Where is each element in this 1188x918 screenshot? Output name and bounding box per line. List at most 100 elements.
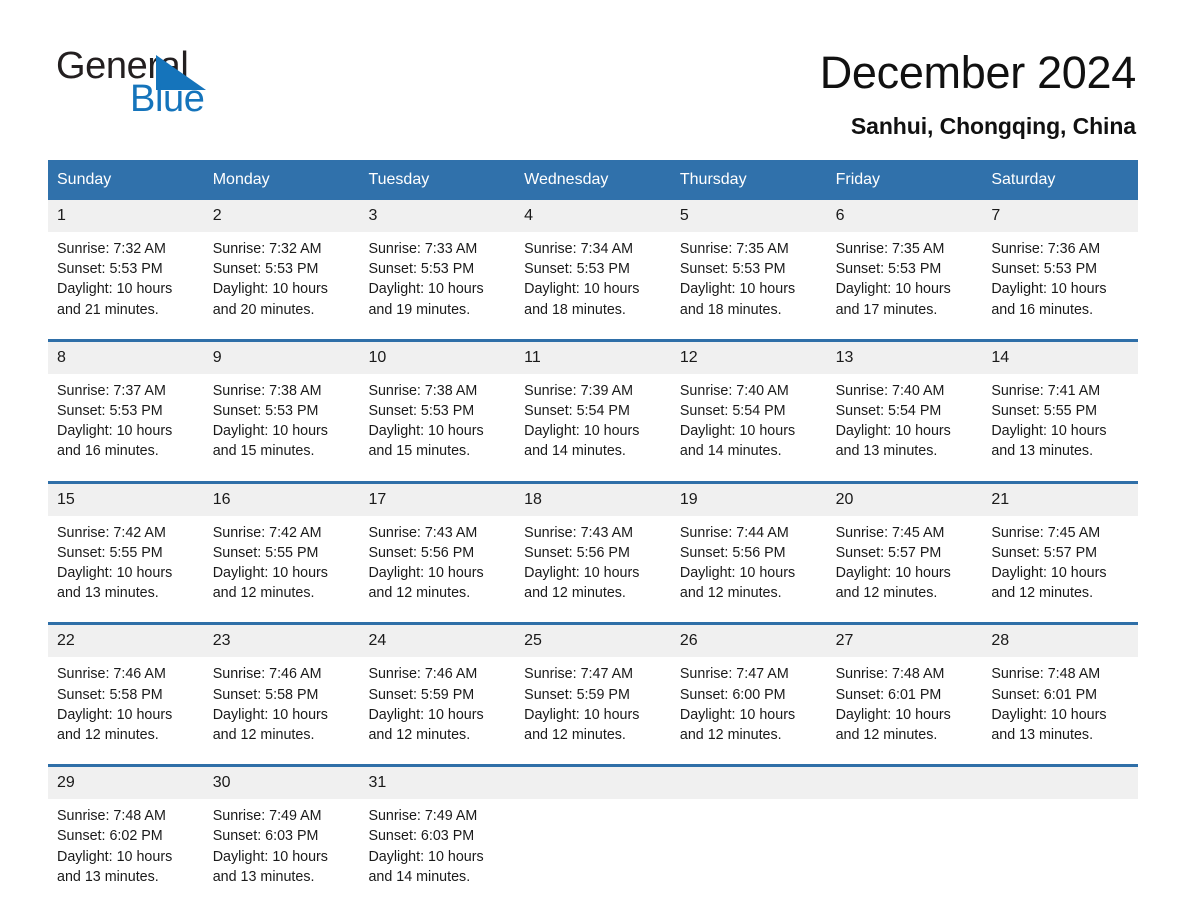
daylight-text-line2: and 13 minutes.: [57, 868, 159, 885]
daylight-text-line1: Daylight: 10 hours: [679, 565, 796, 582]
calendar-day-cell[interactable]: 2 Sunrise: 7:32 AM Sunset: 5:53 PM Daylight…: [203, 200, 360, 330]
weekday-header-monday: Monday: [212, 171, 270, 188]
sunset-text: Sunset: 5:54 PM: [679, 403, 786, 420]
calendar-day-cell[interactable]: 25 Sunrise: 7:47 AM Sunset: 5:59 PM Dayligh…: [515, 625, 671, 756]
calendar-day-cell[interactable]: 30 Sunrise: 7:49 AM Sunset: 6:03 PM Dayligh…: [203, 767, 360, 898]
calendar-day-cell[interactable]: 21 Sunrise: 7:45 AM Sunset: 5:57 PM Dayligh…: [982, 483, 1139, 614]
sunset-text: Sunset: 5:53 PM: [835, 261, 942, 278]
calendar-day-cell[interactable]: 6 Sunrise: 7:35 AM Sunset: 5:53 PM Daylight…: [826, 200, 983, 330]
day-number: 9: [203, 341, 360, 374]
calendar-day-cell[interactable]: 27 Sunrise: 7:48 AM Sunset: 6:01 PM Dayligh…: [826, 625, 983, 756]
daylight-text-line2: and 12 minutes.: [212, 585, 315, 602]
sunrise-text: Sunrise: 7:47 AM: [524, 666, 634, 683]
sunset-text: Sunset: 5:55 PM: [212, 544, 319, 561]
day-sun-info: Sunrise: 7:46 AM Sunset: 5:58 PM Daylight:…: [204, 657, 360, 755]
day-sun-info: Sunrise: 7:48 AM Sunset: 6:01 PM Daylight:…: [982, 657, 1138, 755]
calendar-day-cell[interactable]: 18 Sunrise: 7:43 AM Sunset: 5:56 PM Dayligh…: [515, 483, 671, 614]
calendar-day-cell[interactable]: 12 Sunrise: 7:40 AM Sunset: 5:54 PM Dayligh…: [670, 341, 827, 472]
calendar-day-cell[interactable]: 19 Sunrise: 7:44 AM Sunset: 5:56 PM Dayligh…: [670, 483, 827, 614]
calendar-day-cell[interactable]: 3 Sunrise: 7:33 AM Sunset: 5:53 PM Daylight…: [359, 200, 516, 330]
calendar-day-cell[interactable]: 10 Sunrise: 7:38 AM Sunset: 5:53 PM Dayligh…: [359, 341, 516, 472]
sunrise-text: Sunrise: 7:35 AM: [835, 241, 945, 257]
sunrise-text: Sunrise: 7:42 AM: [57, 524, 166, 541]
day-number: 1: [48, 200, 204, 232]
day-sun-info: Sunrise: 7:38 AM Sunset: 5:53 PM Daylight:…: [359, 374, 515, 472]
sunset-text: Sunset: 5:58 PM: [212, 686, 319, 703]
calendar-day-cell[interactable]: 15 Sunrise: 7:42 AM Sunset: 5:55 PM Dayligh…: [48, 483, 204, 614]
day-sun-info: Sunrise: 7:37 AM Sunset: 5:53 PM Daylight:…: [48, 374, 204, 472]
calendar-day-cell[interactable]: 9 Sunrise: 7:38 AM Sunset: 5:53 PM Daylight…: [203, 341, 360, 472]
weekday-header-row: Sunday Monday Tuesday Wednesday Thursday…: [48, 160, 1138, 200]
day-sun-info: Sunrise: 7:46 AM Sunset: 5:59 PM Daylight:…: [359, 657, 515, 755]
daylight-text-line1: Daylight: 10 hours: [679, 423, 796, 440]
calendar-day-cell[interactable]: 13 Sunrise: 7:40 AM Sunset: 5:54 PM Dayligh…: [826, 341, 983, 472]
calendar-day-cell[interactable]: 26 Sunrise: 7:47 AM Sunset: 6:00 PM Dayligh…: [670, 625, 827, 756]
sunset-text: Sunset: 5:54 PM: [524, 403, 630, 420]
daylight-text-line2: and 12 minutes.: [835, 727, 938, 744]
calendar-day-cell[interactable]: 8 Sunrise: 7:37 AM Sunset: 5:53 PM Daylight…: [48, 341, 204, 472]
day-sun-info: Sunrise: 7:47 AM Sunset: 6:00 PM Daylight:…: [671, 657, 827, 755]
daylight-text-line1: Daylight: 10 hours: [679, 281, 796, 298]
calendar-week-row: 15 Sunrise: 7:42 AM Sunset: 5:55 PM Dayligh…: [48, 480, 1139, 614]
calendar-day-cell[interactable]: 31 Sunrise: 7:49 AM Sunset: 6:03 PM Dayligh…: [359, 767, 516, 898]
day-number: 25: [515, 625, 671, 658]
sunset-text: Sunset: 5:56 PM: [524, 544, 630, 561]
day-number: 6: [826, 200, 983, 232]
sunrise-text: Sunrise: 7:49 AM: [368, 808, 478, 825]
calendar-day-cell[interactable]: 4 Sunrise: 7:34 AM Sunset: 5:53 PM Daylight…: [515, 200, 671, 330]
day-sun-info: Sunrise: 7:42 AM Sunset: 5:55 PM Daylight:…: [48, 516, 204, 614]
calendar-week-row: 1 Sunrise: 7:32 AM Sunset: 5:53 PM Daylight…: [48, 200, 1139, 330]
sunrise-text: Sunrise: 7:32 AM: [212, 241, 322, 257]
day-number: 26: [670, 625, 827, 658]
calendar-day-cell[interactable]: 16 Sunrise: 7:42 AM Sunset: 5:55 PM Dayligh…: [203, 483, 360, 614]
sunrise-text: Sunrise: 7:45 AM: [835, 524, 945, 541]
day-sun-info: Sunrise: 7:34 AM Sunset: 5:53 PM Daylight:…: [515, 232, 671, 330]
sunrise-text: Sunrise: 7:43 AM: [368, 524, 478, 541]
daylight-text-line2: and 20 minutes.: [212, 301, 315, 318]
daylight-text-line1: Daylight: 10 hours: [524, 281, 640, 298]
daylight-text-line1: Daylight: 10 hours: [57, 423, 173, 440]
daylight-text-line2: and 14 minutes.: [368, 868, 471, 885]
day-number: [515, 767, 671, 800]
sunset-text: Sunset: 5:53 PM: [212, 403, 319, 420]
calendar-day-cell[interactable]: 24 Sunrise: 7:46 AM Sunset: 5:59 PM Dayligh…: [359, 625, 516, 756]
sunset-text: Sunset: 5:58 PM: [57, 686, 163, 703]
daylight-text-line2: and 12 minutes.: [212, 727, 315, 744]
sunrise-text: Sunrise: 7:46 AM: [368, 666, 478, 683]
day-number: 17: [359, 483, 516, 516]
calendar-weeks: 1 Sunrise: 7:32 AM Sunset: 5:53 PM Daylight…: [48, 200, 1139, 898]
sunset-text: Sunset: 6:00 PM: [679, 686, 786, 703]
day-number: 2: [203, 200, 360, 232]
daylight-text-line1: Daylight: 10 hours: [57, 706, 173, 723]
calendar-day-cell[interactable]: 17 Sunrise: 7:43 AM Sunset: 5:56 PM Dayligh…: [359, 483, 516, 614]
calendar-day-cell[interactable]: 22 Sunrise: 7:46 AM Sunset: 5:58 PM Dayligh…: [48, 625, 204, 756]
daylight-text-line2: and 16 minutes.: [991, 301, 1094, 318]
sunset-text: Sunset: 6:01 PM: [835, 686, 942, 703]
calendar-day-cell[interactable]: 23 Sunrise: 7:46 AM Sunset: 5:58 PM Dayligh…: [203, 625, 360, 756]
daylight-text-line2: and 13 minutes.: [991, 443, 1094, 460]
calendar-day-cell[interactable]: 28 Sunrise: 7:48 AM Sunset: 6:01 PM Dayligh…: [982, 625, 1139, 756]
sunset-text: Sunset: 5:55 PM: [991, 403, 1098, 420]
calendar-day-cell[interactable]: 1 Sunrise: 7:32 AM Sunset: 5:53 PM Daylight…: [48, 200, 204, 330]
sunset-text: Sunset: 5:53 PM: [212, 261, 319, 278]
day-number: 22: [48, 625, 204, 658]
daylight-text-line1: Daylight: 10 hours: [991, 706, 1107, 723]
sunrise-text: Sunrise: 7:49 AM: [212, 808, 322, 825]
sunrise-text: Sunrise: 7:33 AM: [368, 241, 478, 257]
calendar-day-cell[interactable]: 20 Sunrise: 7:45 AM Sunset: 5:57 PM Dayligh…: [826, 483, 983, 614]
calendar-day-cell[interactable]: 14 Sunrise: 7:41 AM Sunset: 5:55 PM Dayligh…: [982, 341, 1139, 472]
day-number: [982, 767, 1139, 800]
day-sun-info: Sunrise: 7:43 AM Sunset: 5:56 PM Daylight:…: [359, 516, 515, 614]
calendar-day-cell[interactable]: 29 Sunrise: 7:48 AM Sunset: 6:02 PM Dayligh…: [48, 767, 204, 898]
calendar-day-cell[interactable]: 5 Sunrise: 7:35 AM Sunset: 5:53 PM Daylight…: [670, 200, 827, 330]
sunset-text: Sunset: 5:54 PM: [835, 403, 942, 420]
calendar-day-cell[interactable]: 11 Sunrise: 7:39 AM Sunset: 5:54 PM Dayligh…: [515, 341, 671, 472]
daylight-text-line2: and 12 minutes.: [835, 585, 938, 602]
calendar-week-row: 29 Sunrise: 7:48 AM Sunset: 6:02 PM Dayligh…: [48, 764, 1139, 898]
daylight-text-line1: Daylight: 10 hours: [991, 281, 1107, 298]
calendar-day-cell[interactable]: 7 Sunrise: 7:36 AM Sunset: 5:53 PM Daylight…: [982, 200, 1139, 330]
daylight-text-line1: Daylight: 10 hours: [524, 565, 640, 582]
sunrise-text: Sunrise: 7:43 AM: [524, 524, 634, 541]
daylight-text-line1: Daylight: 10 hours: [679, 706, 796, 723]
day-number: 16: [203, 483, 360, 516]
